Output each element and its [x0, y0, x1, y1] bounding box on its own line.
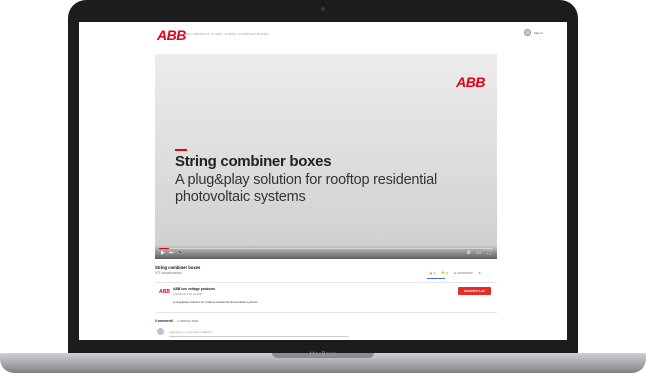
title-accent-line [175, 149, 187, 151]
progress-fill [159, 248, 170, 249]
divider [155, 282, 497, 283]
screen: ABB ABB / PRODUCT GUIDE / STRING COMBINE… [79, 22, 567, 340]
video-description: A plug&play solution for rooftop residen… [173, 300, 258, 304]
camera-icon [321, 7, 325, 11]
comment-input[interactable]: Aggiungi un commento pubblico... [169, 330, 214, 334]
player-controls: ▶ ⏭ 🔈 ⚙ ▭ ⛶ [155, 245, 497, 259]
publish-date: Pubblicato il 22 ott 2017 [173, 292, 203, 296]
video-abb-logo: ABB [456, 74, 485, 90]
more-button[interactable]: … [488, 271, 491, 275]
avatar [157, 328, 164, 335]
breadcrumb: ABB / PRODUCT GUIDE / STRING COMBINER BO… [184, 32, 269, 36]
video-subtitle: A plug&play solution for rooftop residen… [175, 172, 438, 205]
play-icon[interactable]: ▶ [161, 251, 165, 256]
actions-underline [427, 278, 446, 279]
info-title: String combiner boxes [155, 265, 201, 270]
view-count: 973 visualizzazioni [155, 271, 182, 275]
add-to-playlist-icon[interactable]: ≡+ [478, 271, 482, 275]
dislike-count: 0 [445, 271, 448, 275]
video-actions: 👍 4 👎 0 ➦ CONDIVIDI ≡+ … [427, 271, 491, 279]
device-brand: MacBook [309, 352, 337, 358]
share-label: CONDIVIDI [456, 271, 473, 275]
comments-count: 0 commenti [155, 319, 173, 323]
user-area[interactable]: Sign in [523, 29, 543, 36]
sort-comments-button[interactable]: ≡ ORDINA PER [177, 319, 198, 323]
video-player[interactable]: ABB String combiner boxes A plug&play so… [155, 54, 497, 259]
like-count: 4 [433, 271, 436, 275]
channel-name[interactable]: ABB low voltage products [173, 287, 215, 291]
laptop-lid: ABB ABB / PRODUCT GUIDE / STRING COMBINE… [68, 0, 578, 360]
share-button[interactable]: ➦ CONDIVIDI [454, 271, 473, 275]
next-icon[interactable]: ⏭ [169, 251, 174, 256]
progress-bar[interactable] [159, 248, 493, 249]
dislike-button[interactable]: 👎 0 [441, 271, 447, 275]
video-title: String combiner boxes [175, 153, 332, 170]
divider [155, 312, 497, 313]
like-button[interactable]: 👍 4 [429, 271, 435, 275]
fullscreen-icon[interactable]: ⛶ [487, 251, 491, 256]
top-bar: ABB ABB / PRODUCT GUIDE / STRING COMBINE… [79, 22, 567, 46]
volume-icon[interactable]: 🔈 [177, 251, 183, 256]
subscribe-button[interactable]: ISCRIVITI 1,9K [458, 287, 491, 295]
sort-label: ORDINA PER [179, 319, 199, 323]
settings-icon[interactable]: ⚙ [467, 251, 471, 256]
sign-in-label[interactable]: Sign in [534, 31, 543, 35]
comment-input-underline [169, 336, 349, 337]
user-icon[interactable] [523, 29, 531, 36]
channel-avatar[interactable]: ABB [159, 289, 170, 295]
theater-icon[interactable]: ▭ [476, 251, 481, 256]
abb-logo[interactable]: ABB [157, 27, 186, 43]
